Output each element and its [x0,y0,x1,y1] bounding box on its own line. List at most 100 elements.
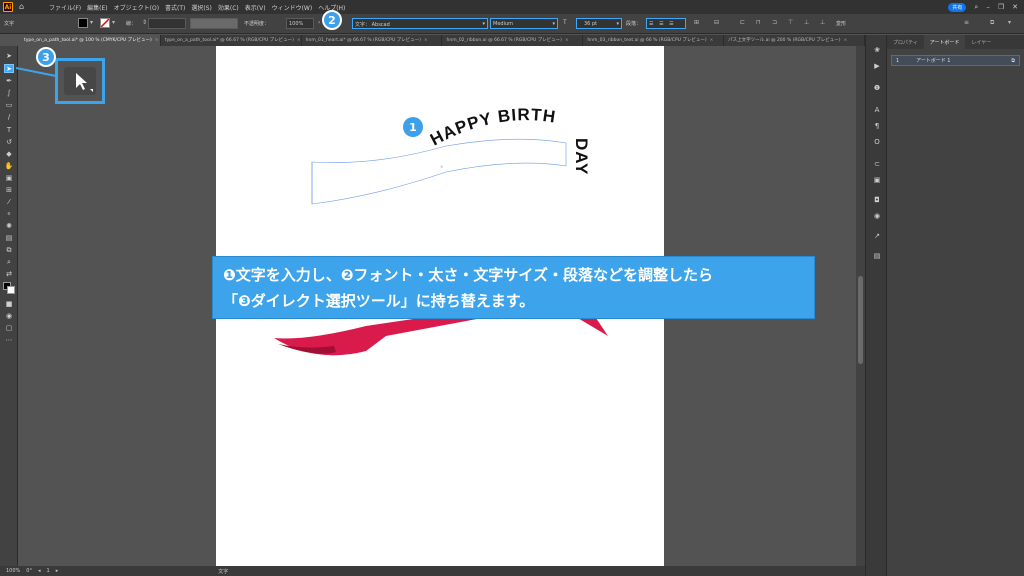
warp-tool-icon[interactable]: ✋ [4,162,14,171]
chevron-down-icon[interactable]: ▾ [482,21,485,27]
font-size-field[interactable]: 36 pt ▾ [576,18,622,29]
image-trace-icon[interactable]: ▣ [872,175,882,185]
variable-width-field[interactable] [190,18,238,29]
menu-edit[interactable]: 編集(E) [87,3,107,12]
direct-selection-tool-icon[interactable]: ➤ [4,64,14,73]
chevron-down-icon[interactable]: ▾ [552,21,555,27]
scrollbar-thumb[interactable] [858,276,863,364]
stroke-weight-field[interactable] [148,18,186,29]
more-tools-icon[interactable]: ⋯ [4,336,14,345]
stroke-color-icon[interactable] [7,286,15,294]
menu-type[interactable]: 書式(T) [165,3,185,12]
pen-tool-icon[interactable]: ✒ [4,77,14,86]
paintbrush-tool-icon[interactable]: / [4,113,14,122]
paragraph-icon[interactable]: ¶ [872,121,882,131]
curvature-tool-icon[interactable]: ∫ [4,89,14,98]
close-icon[interactable]: × [424,38,428,43]
artboard-name[interactable]: アートボード 1 [916,57,1011,64]
align-center-icon[interactable]: ☰ [659,21,663,27]
vertical-text[interactable]: DAY [572,138,591,175]
document-tab[interactable]: hnm_03_ribbon_text.ai @ 66 % (RGB/CPU プレ… [583,35,725,46]
align-right-edge-icon[interactable]: ⊐ [772,19,777,26]
artboard-tool-icon[interactable]: ⧉ [4,246,14,255]
chevron-down-icon[interactable]: ▾ [90,19,93,26]
eyedropper-tool-icon[interactable]: ⁄ [4,198,14,207]
nav-prev-icon[interactable]: ◂ [38,568,41,574]
screen-mode-icon[interactable]: ▢ [4,324,14,333]
close-icon[interactable]: × [565,38,569,43]
selection-tool-icon[interactable]: ➤ [4,52,14,61]
rotation-value[interactable]: 0° [26,568,32,574]
close-icon[interactable]: × [297,38,301,43]
paragraph-align-group[interactable]: ☰ ☰ ☰ [646,18,686,29]
font-style-field[interactable]: Medium ▾ [490,18,558,29]
options-icon[interactable]: ▾ [1008,19,1011,26]
transparency-icon[interactable]: ◉ [872,211,882,221]
info-icon[interactable]: ❶ [872,83,882,93]
align-left-icon[interactable]: ☰ [649,21,653,27]
character-icon[interactable]: A [872,105,882,115]
menu-effect[interactable]: 効果(C) [218,3,239,12]
menu-object[interactable]: オブジェクト(O) [114,3,159,12]
minimize-icon[interactable]: – [986,3,990,11]
swatches-icon[interactable]: ❀ [872,45,882,55]
restore-icon[interactable]: ❐ [998,3,1004,11]
search-icon[interactable]: ⌕ [974,3,978,12]
stepper-icon[interactable]: ⇕ [142,19,147,26]
vertical-scrollbar[interactable] [856,46,865,566]
color-mode-icon[interactable]: ■ [4,300,14,309]
close-icon[interactable]: ✕ [1012,3,1018,11]
swap-colors-icon[interactable]: ⇄ [4,270,14,279]
close-icon[interactable]: × [843,38,847,43]
graph-tool-icon[interactable]: ▤ [4,234,14,243]
pathfinder-icon[interactable]: ◘ [872,195,882,205]
rectangle-tool-icon[interactable]: ▭ [4,101,14,110]
opentype-icon[interactable]: O [872,137,882,147]
gradient-tool-icon[interactable]: ▣ [4,174,14,183]
document-tab[interactable]: type_on_a_path_tool.ai* @ 100 % (CMYK/CP… [20,35,161,46]
align-hcenter-icon[interactable]: ⊓ [756,19,761,26]
menu-window[interactable]: ウィンドウ(W) [272,3,313,12]
opacity-field[interactable]: 100% [286,18,314,29]
symbol-sprayer-icon[interactable]: ✺ [4,222,14,231]
arc-text[interactable]: HAPPY BIRTH [427,105,557,149]
menu-file[interactable]: ファイル(F) [49,3,81,12]
nav-next-icon[interactable]: ▸ [56,568,59,574]
transform-label[interactable]: 変形 [836,20,846,27]
align-bottom-icon[interactable]: ⊥ [820,19,825,26]
links-icon[interactable]: ⊂ [872,159,882,169]
align-icon[interactable]: ⊟ [714,19,719,26]
artboard-options-icon[interactable]: ⧉ [1011,58,1015,64]
eraser-tool-icon[interactable]: ◆ [4,150,14,159]
export-icon[interactable]: ↗ [872,231,882,241]
draw-mode-icon[interactable]: ◉ [4,312,14,321]
menu-select[interactable]: 選択(S) [191,3,212,12]
document-tab[interactable]: hnm_02_ribbon.ai @ 66.67 % (RGB/CPU プレビュ… [442,35,584,46]
align-objects-icon[interactable]: ⊞ [694,19,699,26]
play-icon[interactable]: ▶ [872,61,882,71]
text-path-outline[interactable] [311,138,567,205]
fill-swatch[interactable] [78,18,88,28]
chevron-down-icon[interactable]: ▾ [112,19,115,26]
arrange-icon[interactable]: ⧉ [990,19,994,27]
chevron-right-icon[interactable]: › [318,19,320,26]
chevron-down-icon[interactable]: ▾ [616,21,619,27]
tab-layers[interactable]: レイヤー [965,35,997,49]
blend-tool-icon[interactable]: ⚬ [4,210,14,219]
close-icon[interactable]: × [155,38,159,43]
menu-view[interactable]: 表示(V) [245,3,266,12]
tab-artboards[interactable]: アートボード [923,35,966,49]
artboard-row[interactable]: 1 アートボード 1 ⧉ [891,55,1020,66]
align-right-icon[interactable]: ☰ [669,21,673,27]
stroke-swatch[interactable] [100,18,110,28]
document-tab[interactable]: パス上文字ツール.ai @ 200 % (RGB/CPU プレビュー) × [724,35,865,46]
mesh-tool-icon[interactable]: ⊞ [4,186,14,195]
font-family-field[interactable]: 文字： Abscad ▾ [352,18,488,29]
comments-icon[interactable]: ▤ [872,251,882,261]
share-button[interactable]: 共有 [948,2,967,12]
zoom-level[interactable]: 100% [6,568,20,574]
document-tab[interactable]: type_on_a_path_tool.ai* @ 66.67 % (RGB/C… [161,35,302,46]
close-icon[interactable]: × [710,38,714,43]
document-tab[interactable]: hnm_01_heart.ai* @ 66.67 % (RGB/CPU プレビュ… [302,35,443,46]
align-left-edge-icon[interactable]: ⊏ [740,19,745,26]
